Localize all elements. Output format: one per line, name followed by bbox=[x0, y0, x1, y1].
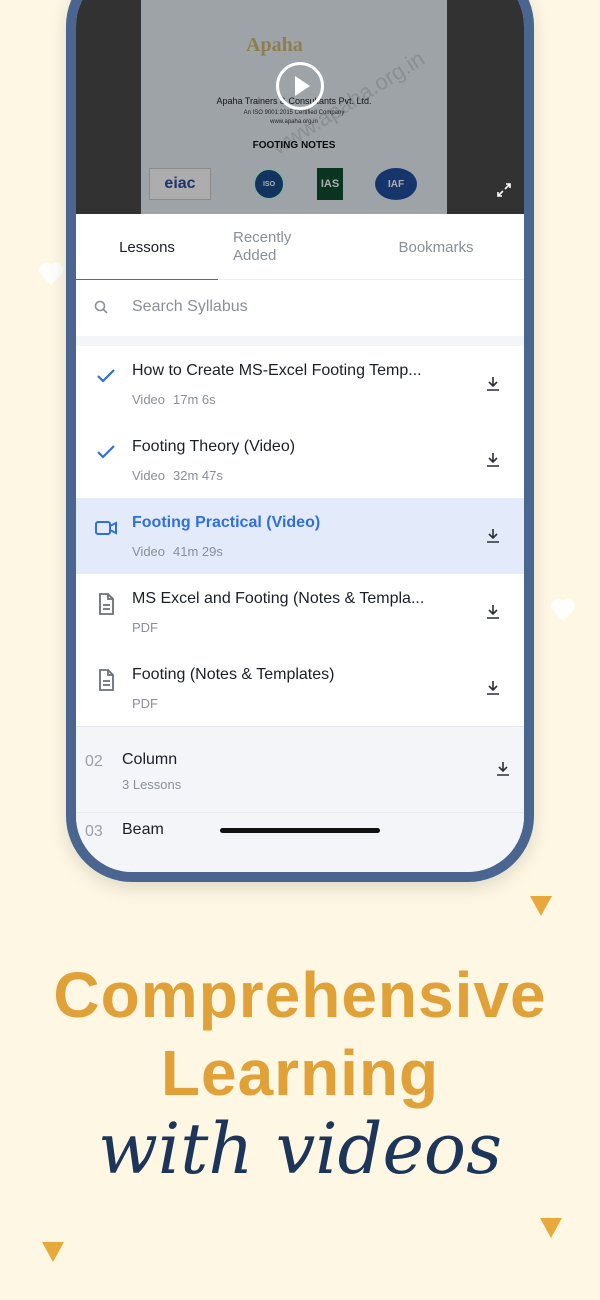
tab-recently-added[interactable]: Recently Added bbox=[218, 214, 348, 280]
lesson-row[interactable]: MS Excel and Footing (Notes & Templa... … bbox=[76, 574, 524, 650]
module-number: 02 bbox=[85, 753, 103, 770]
triangle-decoration bbox=[540, 1218, 562, 1238]
lesson-row-active[interactable]: Footing Practical (Video) Video 41m 29s bbox=[76, 498, 524, 574]
play-icon[interactable] bbox=[276, 62, 324, 110]
document-icon bbox=[99, 593, 114, 615]
module-row[interactable]: 03 Beam bbox=[76, 812, 524, 872]
lesson-meta: PDF bbox=[132, 620, 158, 635]
lesson-title: Footing Practical (Video) bbox=[132, 514, 321, 531]
video-player[interactable]: Apaha www.apaha.org.in Apaha Trainers & … bbox=[76, 0, 524, 214]
download-icon[interactable] bbox=[486, 528, 500, 544]
home-indicator bbox=[220, 828, 380, 833]
search-bar[interactable]: Search Syllabus bbox=[76, 280, 524, 336]
lesson-duration: 41m 29s bbox=[173, 544, 223, 559]
lesson-type: Video bbox=[132, 544, 166, 559]
video-camera-icon bbox=[95, 521, 117, 535]
heart-decoration bbox=[553, 601, 573, 621]
search-input[interactable]: Search Syllabus bbox=[132, 298, 248, 316]
lesson-row[interactable]: How to Create MS-Excel Footing Temp... V… bbox=[76, 346, 524, 422]
tab-bookmarks[interactable]: Bookmarks bbox=[348, 214, 524, 280]
search-icon bbox=[94, 300, 108, 314]
lesson-title: MS Excel and Footing (Notes & Templa... bbox=[132, 590, 425, 607]
lesson-type: PDF bbox=[132, 620, 158, 635]
tab-lessons[interactable]: Lessons bbox=[76, 214, 218, 281]
module-lesson-count: 3 Lessons bbox=[122, 777, 182, 792]
module-number: 03 bbox=[85, 823, 103, 840]
download-icon[interactable] bbox=[486, 604, 500, 620]
lesson-type: PDF bbox=[132, 696, 158, 711]
download-icon[interactable] bbox=[486, 680, 500, 696]
lesson-meta: Video 17m 6s bbox=[132, 392, 216, 407]
download-icon[interactable] bbox=[496, 761, 510, 777]
phone-frame: Apaha www.apaha.org.in Apaha Trainers & … bbox=[66, 0, 534, 882]
module-title: Beam bbox=[122, 821, 164, 838]
lesson-meta: PDF bbox=[132, 696, 158, 711]
headline-line-2: Learning bbox=[160, 1037, 440, 1109]
document-icon bbox=[99, 669, 114, 691]
lesson-title: Footing (Notes & Templates) bbox=[132, 666, 335, 683]
module-title: Column bbox=[122, 751, 178, 768]
triangle-decoration bbox=[42, 1242, 64, 1262]
tab-bar: Lessons Recently Added Bookmarks bbox=[76, 214, 524, 281]
lesson-type: Video bbox=[132, 392, 166, 407]
tab-recently-added-label: Recently Added bbox=[233, 229, 292, 264]
lesson-meta: Video 32m 47s bbox=[132, 468, 223, 483]
lesson-title: How to Create MS-Excel Footing Temp... bbox=[132, 362, 422, 379]
divider bbox=[76, 336, 524, 346]
heart-decoration bbox=[41, 265, 61, 285]
headline-script: with videos bbox=[97, 1108, 502, 1190]
download-icon[interactable] bbox=[486, 376, 500, 392]
check-icon bbox=[97, 445, 115, 459]
lesson-title: Footing Theory (Video) bbox=[132, 438, 296, 455]
headline-line-1: Comprehensive bbox=[53, 959, 547, 1031]
download-icon[interactable] bbox=[486, 452, 500, 468]
lesson-duration: 17m 6s bbox=[173, 392, 216, 407]
lesson-type: Video bbox=[132, 468, 166, 483]
triangle-decoration bbox=[530, 896, 552, 916]
phone-screen: Apaha www.apaha.org.in Apaha Trainers & … bbox=[76, 0, 524, 872]
lesson-duration: 32m 47s bbox=[173, 468, 223, 483]
check-icon bbox=[97, 369, 115, 383]
lesson-row[interactable]: Footing (Notes & Templates) PDF bbox=[76, 650, 524, 726]
lesson-meta: Video 41m 29s bbox=[132, 544, 223, 559]
fullscreen-icon[interactable] bbox=[496, 182, 512, 198]
lesson-row[interactable]: Footing Theory (Video) Video 32m 47s bbox=[76, 422, 524, 498]
module-row[interactable]: 02 Column 3 Lessons bbox=[76, 726, 524, 812]
